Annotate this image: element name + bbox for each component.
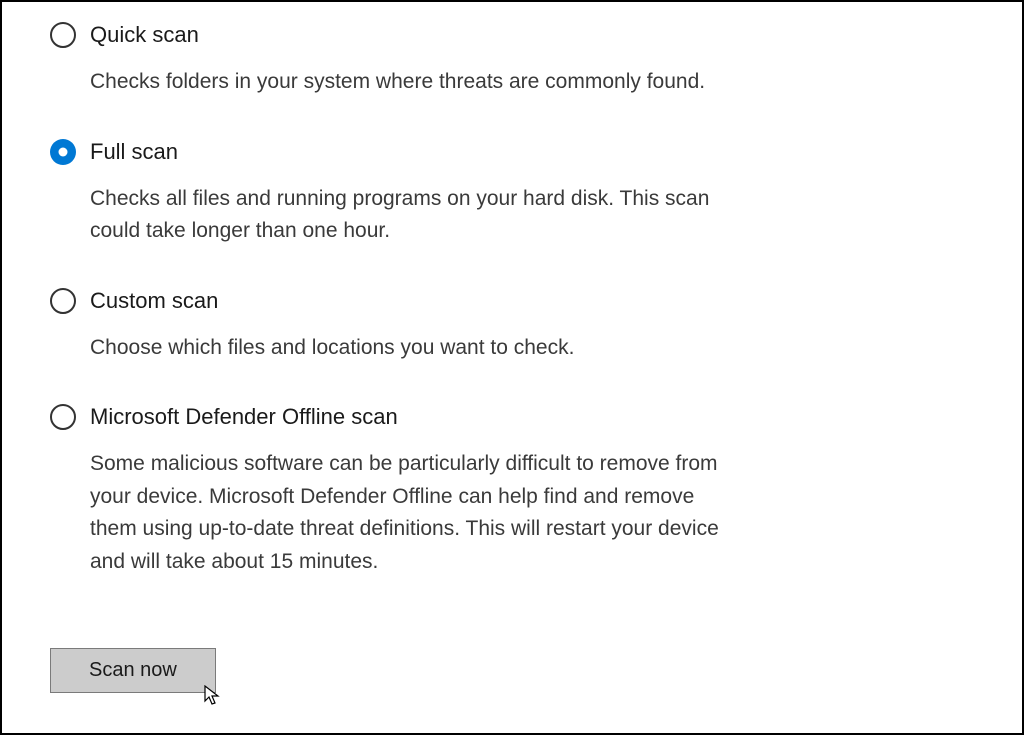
- description-custom-scan: Choose which files and locations you wan…: [90, 332, 740, 365]
- scan-now-button[interactable]: Scan now: [50, 648, 216, 693]
- option-header-quick[interactable]: Quick scan: [50, 22, 974, 48]
- label-quick-scan: Quick scan: [90, 22, 199, 48]
- option-header-custom[interactable]: Custom scan: [50, 288, 974, 314]
- label-custom-scan: Custom scan: [90, 288, 218, 314]
- radio-quick-scan[interactable]: [50, 22, 76, 48]
- radio-full-scan[interactable]: [50, 139, 76, 165]
- radio-custom-scan[interactable]: [50, 288, 76, 314]
- scan-option-offline: Microsoft Defender Offline scan Some mal…: [50, 404, 974, 578]
- label-full-scan: Full scan: [90, 139, 178, 165]
- option-header-full[interactable]: Full scan: [50, 139, 974, 165]
- description-offline-scan: Some malicious software can be particula…: [90, 448, 740, 578]
- scan-option-full: Full scan Checks all files and running p…: [50, 139, 974, 248]
- description-quick-scan: Checks folders in your system where thre…: [90, 66, 740, 99]
- scan-option-quick: Quick scan Checks folders in your system…: [50, 22, 974, 99]
- label-offline-scan: Microsoft Defender Offline scan: [90, 404, 398, 430]
- description-full-scan: Checks all files and running programs on…: [90, 183, 740, 248]
- option-header-offline[interactable]: Microsoft Defender Offline scan: [50, 404, 974, 430]
- radio-offline-scan[interactable]: [50, 404, 76, 430]
- scan-option-custom: Custom scan Choose which files and locat…: [50, 288, 974, 365]
